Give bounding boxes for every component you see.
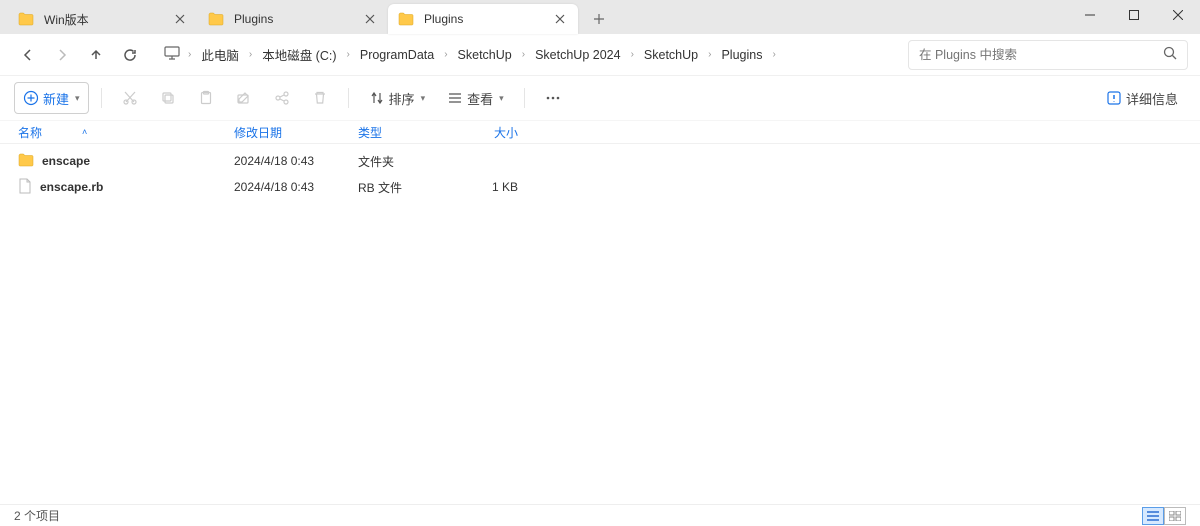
chevron-right-icon: › xyxy=(768,49,779,60)
column-size[interactable]: 大小 xyxy=(458,124,518,141)
chevron-right-icon: › xyxy=(704,49,715,60)
breadcrumb-item[interactable]: 此电脑 xyxy=(197,43,243,66)
statusbar: 2 个项目 xyxy=(0,504,1200,526)
separator xyxy=(348,88,349,108)
close-icon[interactable] xyxy=(362,11,378,27)
file-type: RB 文件 xyxy=(358,179,458,196)
view-label: 查看 xyxy=(467,89,493,108)
file-name-cell: enscape xyxy=(18,153,234,170)
sort-button[interactable]: 排序 ▾ xyxy=(361,82,434,114)
close-icon[interactable] xyxy=(172,11,188,27)
new-tab-button[interactable] xyxy=(584,4,614,34)
chevron-right-icon: › xyxy=(343,49,354,60)
breadcrumb-item[interactable]: ProgramData xyxy=(356,46,438,64)
tab-plugins-2-active[interactable]: Plugins xyxy=(388,4,578,34)
tab-label: Plugins xyxy=(424,12,542,26)
delete-button[interactable] xyxy=(304,82,336,114)
chevron-down-icon: ▾ xyxy=(499,93,504,104)
grid-view-button[interactable] xyxy=(1164,507,1186,525)
chevron-right-icon: › xyxy=(245,49,256,60)
back-button[interactable] xyxy=(12,39,44,71)
tab-strip: Win版本 Plugins Plugins xyxy=(0,0,614,34)
column-name-label: 名称 xyxy=(18,124,42,141)
chevron-right-icon: › xyxy=(184,49,195,60)
details-button[interactable]: 详细信息 xyxy=(1098,82,1186,114)
file-date: 2024/4/18 0:43 xyxy=(234,154,358,168)
up-button[interactable] xyxy=(80,39,112,71)
chevron-right-icon: › xyxy=(518,49,529,60)
toolbar: 新建 ▾ 排序 ▾ 查看 ▾ 详细信息 xyxy=(0,76,1200,120)
forward-button[interactable] xyxy=(46,39,78,71)
new-label: 新建 xyxy=(43,89,69,108)
tab-plugins-1[interactable]: Plugins xyxy=(198,4,388,34)
copy-button[interactable] xyxy=(152,82,184,114)
separator xyxy=(524,88,525,108)
minimize-button[interactable] xyxy=(1068,0,1112,30)
list-view-button[interactable] xyxy=(1142,507,1164,525)
rename-button[interactable] xyxy=(228,82,260,114)
sort-label: 排序 xyxy=(389,89,415,108)
new-button[interactable]: 新建 ▾ xyxy=(14,82,89,114)
folder-icon xyxy=(208,12,224,26)
column-date[interactable]: 修改日期 xyxy=(234,124,358,141)
folder-icon xyxy=(398,12,414,26)
cut-button[interactable] xyxy=(114,82,146,114)
breadcrumb-item[interactable]: SketchUp xyxy=(454,46,516,64)
navbar: › 此电脑 › 本地磁盘 (C:) › ProgramData › Sketch… xyxy=(0,34,1200,76)
more-button[interactable] xyxy=(537,82,569,114)
file-type: 文件夹 xyxy=(358,153,458,170)
file-icon xyxy=(18,178,32,197)
file-row[interactable]: enscape 2024/4/18 0:43 文件夹 xyxy=(0,148,1200,174)
tab-label: Win版本 xyxy=(44,11,162,28)
breadcrumb-item[interactable]: 本地磁盘 (C:) xyxy=(258,43,340,66)
file-name: enscape.rb xyxy=(40,180,103,194)
folder-icon xyxy=(18,12,34,26)
item-count: 2 个项目 xyxy=(14,507,60,524)
sort-indicator-icon: ˄ xyxy=(82,127,87,137)
share-button[interactable] xyxy=(266,82,298,114)
column-type[interactable]: 类型 xyxy=(358,124,458,141)
chevron-down-icon: ▾ xyxy=(421,93,426,104)
tab-label: Plugins xyxy=(234,12,352,26)
file-size: 1 KB xyxy=(458,180,518,194)
file-name: enscape xyxy=(42,154,90,168)
tab-win[interactable]: Win版本 xyxy=(8,4,198,34)
view-mode-switcher xyxy=(1142,507,1186,525)
folder-icon xyxy=(18,153,34,170)
paste-button[interactable] xyxy=(190,82,222,114)
file-row[interactable]: enscape.rb 2024/4/18 0:43 RB 文件 1 KB xyxy=(0,174,1200,200)
monitor-icon[interactable] xyxy=(164,46,180,63)
search-icon[interactable] xyxy=(1163,46,1177,63)
window-controls xyxy=(1068,0,1200,30)
view-button[interactable]: 查看 ▾ xyxy=(439,82,512,114)
close-window-button[interactable] xyxy=(1156,0,1200,30)
maximize-button[interactable] xyxy=(1112,0,1156,30)
breadcrumb-item[interactable]: Plugins xyxy=(717,46,766,64)
file-list: enscape 2024/4/18 0:43 文件夹 enscape.rb 20… xyxy=(0,144,1200,504)
breadcrumb-item[interactable]: SketchUp xyxy=(640,46,702,64)
column-header: 名称 ˄ 修改日期 类型 大小 xyxy=(0,120,1200,144)
close-icon[interactable] xyxy=(552,11,568,27)
breadcrumb: › 此电脑 › 本地磁盘 (C:) › ProgramData › Sketch… xyxy=(158,39,898,71)
chevron-right-icon: › xyxy=(627,49,638,60)
refresh-button[interactable] xyxy=(114,39,146,71)
column-name[interactable]: 名称 ˄ xyxy=(18,124,234,141)
details-label: 详细信息 xyxy=(1126,89,1178,108)
search-box[interactable] xyxy=(908,40,1188,70)
file-date: 2024/4/18 0:43 xyxy=(234,180,358,194)
titlebar: Win版本 Plugins Plugins xyxy=(0,0,1200,34)
chevron-right-icon: › xyxy=(440,49,451,60)
chevron-down-icon: ▾ xyxy=(75,93,80,104)
breadcrumb-item[interactable]: SketchUp 2024 xyxy=(531,46,624,64)
separator xyxy=(101,88,102,108)
file-name-cell: enscape.rb xyxy=(18,178,234,197)
search-input[interactable] xyxy=(919,48,1163,62)
